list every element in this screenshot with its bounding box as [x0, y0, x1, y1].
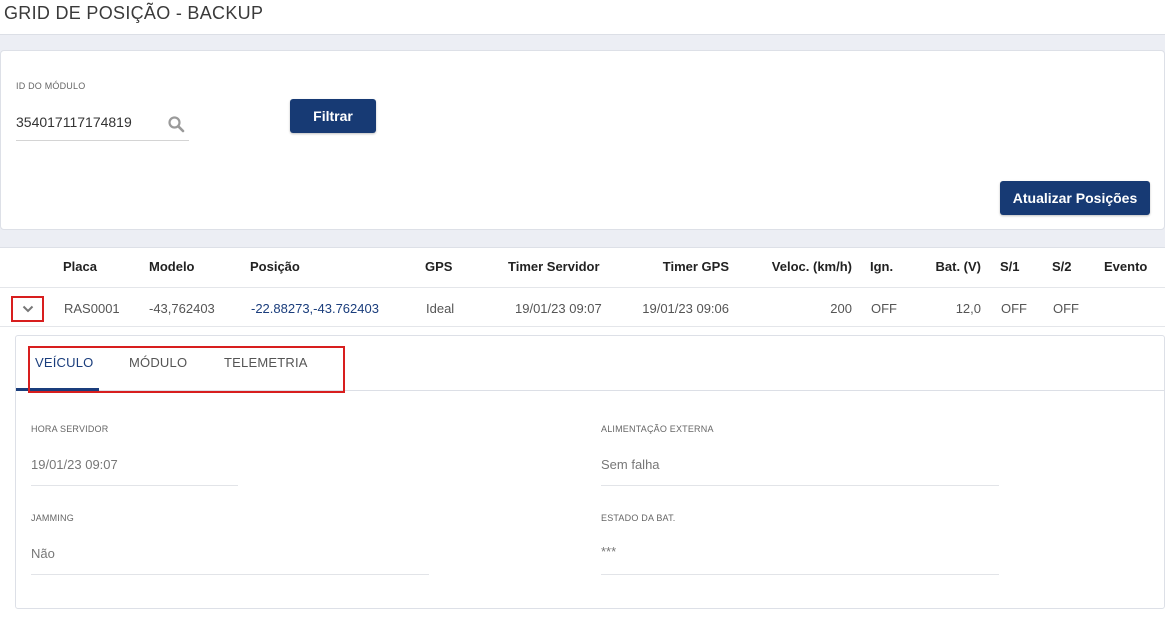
jamming-label: JAMMING	[31, 513, 74, 523]
cell-s2: OFF	[1053, 301, 1079, 316]
hora-servidor-value: 19/01/23 09:07	[31, 457, 118, 472]
cell-modelo: -43,762403	[149, 301, 215, 316]
col-velocidade[interactable]: Veloc. (km/h)	[772, 259, 852, 274]
alimentacao-externa-label: ALIMENTAÇÃO EXTERNA	[601, 424, 714, 434]
cell-velocidade: 200	[830, 301, 852, 316]
row-expand-button[interactable]	[11, 296, 44, 322]
estado-bat-value: ***	[601, 544, 617, 559]
jamming-value: Não	[31, 546, 55, 561]
col-s1[interactable]: S/1	[1000, 259, 1020, 274]
cell-s1: OFF	[1001, 301, 1027, 316]
col-timer-servidor[interactable]: Timer Servidor	[508, 259, 600, 274]
divider	[31, 485, 238, 486]
module-id-input[interactable]: 354017117174819	[16, 107, 189, 141]
search-icon[interactable]	[167, 115, 185, 133]
table-row[interactable]: RAS0001 -43,762403 -22.88273,-43.762403 …	[0, 287, 1165, 327]
estado-bat-label: ESTADO DA BAT.	[601, 513, 676, 523]
cell-ignicao: OFF	[871, 301, 897, 316]
page-title: GRID DE POSIÇÃO - BACKUP	[4, 3, 264, 23]
module-id-value[interactable]: 354017117174819	[16, 114, 132, 130]
col-placa[interactable]: Placa	[63, 259, 97, 274]
col-timer-gps[interactable]: Timer GPS	[663, 259, 729, 274]
chevron-down-icon	[22, 305, 33, 313]
col-bateria[interactable]: Bat. (V)	[936, 259, 982, 274]
top-bar: GRID DE POSIÇÃO - BACKUP	[0, 0, 1165, 35]
divider	[601, 485, 999, 486]
col-posicao[interactable]: Posição	[250, 259, 300, 274]
col-evento[interactable]: Evento	[1104, 259, 1147, 274]
alimentacao-externa-value: Sem falha	[601, 457, 660, 472]
cell-gps: Ideal	[426, 301, 455, 316]
row-detail-panel: VEÍCULO MÓDULO TELEMETRIA HORA SERVIDOR …	[15, 335, 1165, 609]
positions-grid: Placa Modelo Posição GPS Timer Servidor …	[0, 247, 1165, 622]
cell-timer-servidor: 19/01/23 09:07	[515, 301, 602, 316]
filter-button[interactable]: Filtrar	[290, 99, 376, 133]
grid-header: Placa Modelo Posição GPS Timer Servidor …	[0, 248, 1165, 286]
tabs-highlight-box	[28, 346, 345, 393]
cell-bateria: 12,0	[955, 301, 981, 316]
cell-posicao-link[interactable]: -22.88273,-43.762403	[251, 301, 379, 316]
hora-servidor-label: HORA SERVIDOR	[31, 424, 109, 434]
module-id-label: ID DO MÓDULO	[16, 81, 86, 91]
divider	[31, 574, 429, 575]
refresh-positions-button[interactable]: Atualizar Posições	[1000, 181, 1150, 215]
cell-placa: RAS0001	[64, 301, 120, 316]
col-s2[interactable]: S/2	[1052, 259, 1072, 274]
col-ignicao[interactable]: Ign.	[870, 259, 893, 274]
col-modelo[interactable]: Modelo	[149, 259, 195, 274]
col-gps[interactable]: GPS	[425, 259, 452, 274]
cell-timer-gps: 19/01/23 09:06	[642, 301, 729, 316]
filter-card: ID DO MÓDULO 354017117174819 Filtrar Atu…	[0, 50, 1165, 230]
divider	[601, 574, 999, 575]
